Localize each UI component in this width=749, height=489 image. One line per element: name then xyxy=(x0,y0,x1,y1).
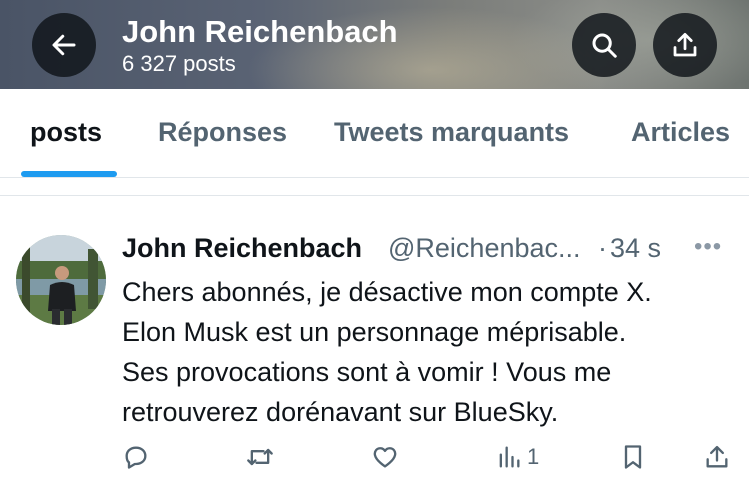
back-button[interactable] xyxy=(32,13,96,77)
tab-replies[interactable]: Réponses xyxy=(158,117,287,148)
share-button[interactable] xyxy=(703,442,731,472)
heart-icon xyxy=(373,447,397,468)
tab-articles[interactable]: Articles xyxy=(631,117,730,148)
views-icon xyxy=(499,446,520,468)
profile-header-banner: John Reichenbach 6 327 posts xyxy=(0,0,749,89)
meta-separator: · xyxy=(598,233,607,263)
tweet-timestamp[interactable]: 34 s xyxy=(610,233,661,264)
tweet-text-line: Elon Musk est un personnage méprisable. xyxy=(122,317,627,347)
share-icon xyxy=(706,445,728,468)
arrow-left-icon xyxy=(52,34,76,56)
reply-icon xyxy=(125,446,147,469)
retweet-button[interactable] xyxy=(246,442,274,472)
tweet-text-line: Ses provocations sont à vomir ! Vous me xyxy=(122,357,612,387)
bookmark-button[interactable] xyxy=(619,442,647,472)
share-icon xyxy=(673,33,697,57)
reply-button[interactable] xyxy=(122,442,150,472)
tweet-author-handle[interactable]: @Reichenbac... xyxy=(388,233,581,264)
tab-highlights[interactable]: Tweets marquants xyxy=(334,117,569,148)
timeline-divider xyxy=(0,195,749,196)
retweet-icon xyxy=(247,448,273,466)
active-tab-indicator xyxy=(21,171,117,177)
profile-tabs: posts Réponses Tweets marquants Articles xyxy=(0,89,749,178)
tweet-text-line: retrouverez dorénavant sur BlueSky. xyxy=(122,397,559,427)
search-icon xyxy=(592,33,617,58)
views-button[interactable]: 1 xyxy=(495,442,539,472)
views-count: 1 xyxy=(527,444,540,469)
like-button[interactable] xyxy=(371,442,399,472)
tweet-text-line: Chers abonnés, je désactive mon compte X… xyxy=(122,277,652,307)
bookmark-icon xyxy=(624,445,642,469)
post-count: 6 327 posts xyxy=(122,51,236,76)
share-profile-button[interactable] xyxy=(653,13,717,77)
avatar-photo xyxy=(16,235,106,325)
more-options-button[interactable]: ••• xyxy=(694,233,722,261)
tweet-author-name[interactable]: John Reichenbach xyxy=(122,233,362,264)
avatar[interactable] xyxy=(16,235,106,325)
profile-name: John Reichenbach xyxy=(122,14,398,49)
search-button[interactable] xyxy=(572,13,636,77)
tweet-text: Chers abonnés, je désactive mon compte X… xyxy=(122,272,732,432)
tab-posts[interactable]: posts xyxy=(30,117,102,148)
